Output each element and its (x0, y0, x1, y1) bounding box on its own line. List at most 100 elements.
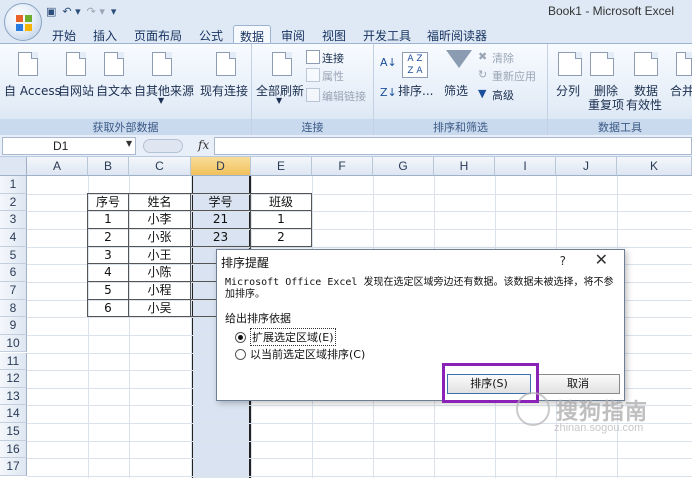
row-header-10[interactable]: 10 (0, 334, 27, 353)
table-cell[interactable]: 3 (87, 245, 129, 265)
row-header-11[interactable]: 11 (0, 352, 27, 371)
tab-developer[interactable]: 开发工具 (357, 25, 417, 44)
table-header-cell[interactable]: 姓名 (128, 192, 191, 212)
table-cell[interactable]: 2 (250, 227, 312, 247)
close-icon[interactable]: ✕ (595, 250, 608, 269)
clear-button[interactable]: 清除 (492, 50, 514, 66)
table-cell[interactable]: 小李 (128, 210, 191, 229)
table-header-cell[interactable]: 班级 (250, 192, 312, 212)
table-cell[interactable]: 小张 (128, 227, 191, 247)
reapply-button[interactable]: 重新应用 (492, 68, 536, 84)
row-header-15[interactable]: 15 (0, 423, 27, 441)
filter-button[interactable]: 筛选 (444, 82, 468, 99)
tab-review[interactable]: 审阅 (275, 25, 311, 44)
row-header-14[interactable]: 14 (0, 405, 27, 424)
properties-button[interactable]: 属性 (322, 68, 344, 84)
table-header-cell[interactable]: 学号 (190, 192, 251, 212)
remove-duplicates-label[interactable]: 重复项 (588, 96, 624, 113)
column-header-d[interactable]: D (191, 157, 251, 176)
current-selection-option[interactable]: 以当前选定区域排序(C) (235, 346, 365, 362)
from-web-button[interactable]: 自网站 (58, 82, 94, 99)
table-cell[interactable]: 6 (87, 298, 129, 318)
office-button[interactable] (4, 3, 42, 41)
current-selection-label[interactable]: 以当前选定区域排序(C) (250, 346, 365, 362)
row-header-8[interactable]: 8 (0, 299, 27, 318)
row-header-9[interactable]: 9 (0, 317, 27, 335)
column-header-j[interactable]: J (556, 157, 617, 176)
chevron-down-icon[interactable]: ▼ (126, 139, 132, 148)
existing-connections-icon (216, 52, 236, 76)
table-cell[interactable]: 23 (190, 227, 251, 247)
tab-insert[interactable]: 插入 (87, 25, 123, 44)
formula-bar-resize-handle[interactable] (143, 139, 183, 153)
tab-formulas[interactable]: 公式 (193, 25, 229, 44)
row-header-5[interactable]: 5 (0, 246, 27, 265)
tab-data[interactable]: 数据 (233, 25, 272, 44)
text-to-columns-button[interactable]: 分列 (556, 82, 580, 99)
table-cell[interactable]: 小程 (128, 280, 191, 300)
table-header-cell[interactable]: 序号 (87, 192, 129, 212)
window-title: Book1 - Microsoft Excel (547, 4, 674, 18)
advanced-button[interactable]: 高级 (492, 87, 514, 103)
table-cell[interactable]: 小陈 (128, 263, 191, 282)
from-access-button[interactable]: 自 Access (4, 82, 61, 99)
column-header-i[interactable]: I (495, 157, 556, 176)
row-header-7[interactable]: 7 (0, 281, 27, 300)
customize-qat-icon[interactable]: ▾ (111, 5, 117, 18)
radio-selected-icon[interactable] (235, 331, 246, 343)
row-header-12[interactable]: 12 (0, 370, 27, 388)
tab-view[interactable]: 视图 (316, 25, 352, 44)
column-header-a[interactable]: A (27, 157, 88, 176)
column-header-c[interactable]: C (129, 157, 191, 176)
tab-foxit[interactable]: 福昕阅读器 (421, 25, 493, 44)
consolidate-button[interactable]: 合并 (670, 82, 692, 99)
existing-connections-button[interactable]: 现有连接 (200, 82, 248, 99)
name-box[interactable]: D1 (2, 137, 136, 155)
edit-links-button[interactable]: 编辑链接 (322, 88, 366, 104)
table-cell[interactable]: 5 (87, 280, 129, 300)
save-icon[interactable]: ▣ (46, 5, 56, 18)
dialog-message: Microsoft Office Excel 发现在选定区域旁边还有数据。该数据… (225, 277, 614, 300)
row-header-1[interactable]: 1 (0, 176, 27, 194)
table-cell[interactable]: 21 (190, 210, 251, 229)
row-header-6[interactable]: 6 (0, 264, 27, 282)
tab-page-layout[interactable]: 页面布局 (128, 25, 188, 44)
sort-asc-icon[interactable]: A↓ (380, 56, 397, 69)
cancel-button[interactable]: 取消 (536, 374, 620, 394)
sort-desc-icon[interactable]: Z↓ (380, 86, 397, 99)
column-header-g[interactable]: G (373, 157, 434, 176)
row-header-17[interactable]: 17 (0, 458, 27, 477)
insert-function-icon[interactable]: fx (198, 138, 209, 152)
select-all-corner[interactable] (0, 157, 27, 176)
from-text-button[interactable]: 自文本 (96, 82, 132, 99)
expand-selection-option[interactable]: 扩展选定区域(E) (235, 328, 336, 346)
connections-icon (306, 50, 320, 64)
help-icon[interactable]: ? (560, 254, 566, 268)
redo-icon[interactable]: ↷ ▾ (87, 5, 105, 18)
column-header-f[interactable]: F (312, 157, 373, 176)
column-header-k[interactable]: K (617, 157, 692, 176)
table-cell[interactable]: 小吴 (128, 298, 191, 318)
table-cell[interactable]: 1 (87, 210, 129, 229)
table-cell[interactable]: 小王 (128, 245, 191, 265)
table-cell[interactable]: 1 (250, 210, 312, 229)
row-header-2[interactable]: 2 (0, 193, 27, 212)
data-validation-label[interactable]: 有效性 (626, 96, 662, 113)
tab-home[interactable]: 开始 (46, 25, 82, 44)
row-header-16[interactable]: 16 (0, 440, 27, 459)
row-header-4[interactable]: 4 (0, 228, 27, 247)
watermark-logo-icon (516, 392, 550, 426)
table-cell[interactable]: 4 (87, 263, 129, 282)
sort-button[interactable]: 排序... (398, 82, 433, 99)
column-header-e[interactable]: E (251, 157, 312, 176)
column-header-b[interactable]: B (88, 157, 129, 176)
formula-input[interactable] (214, 137, 692, 155)
row-header-3[interactable]: 3 (0, 211, 27, 229)
radio-unselected-icon[interactable] (235, 348, 246, 360)
row-header-13[interactable]: 13 (0, 387, 27, 406)
expand-selection-label[interactable]: 扩展选定区域(E) (250, 328, 336, 346)
table-cell[interactable]: 2 (87, 227, 129, 247)
undo-icon[interactable]: ↶ ▾ (62, 5, 80, 18)
connections-button[interactable]: 连接 (322, 50, 344, 66)
column-header-h[interactable]: H (434, 157, 495, 176)
